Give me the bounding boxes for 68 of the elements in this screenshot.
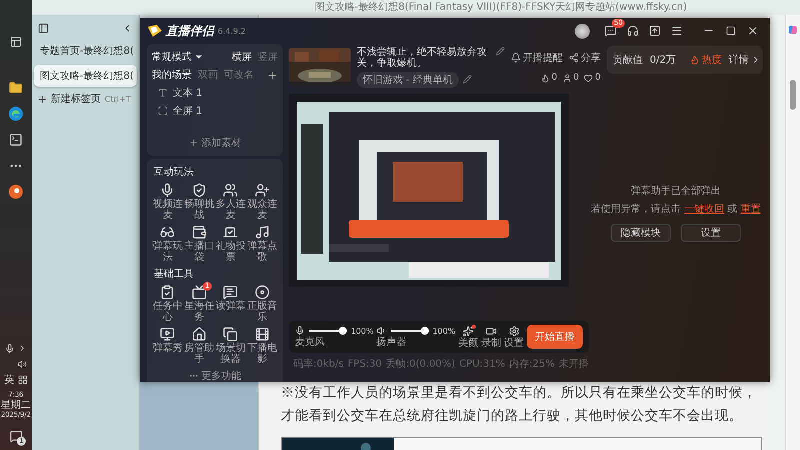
scene-tab[interactable]: 双画 (198, 68, 218, 82)
ime-indicator[interactable]: 英 (4, 374, 14, 386)
start-live-button[interactable]: 开始直播 (526, 325, 583, 349)
status-item: 未开播 (559, 358, 589, 371)
tool-button[interactable]: 礼物投票 (215, 225, 246, 263)
tool-button[interactable]: 房管助手 (184, 327, 215, 365)
scene-item[interactable]: 文本 1 (152, 86, 278, 100)
article-paragraph: ※没有工作人员的场景里是看不到公交车的。所以只有在乘坐公交车的时候，才能看到公交车在总统府往凯旋门的路上行驶，其他时候公交车不会出现。 (281, 384, 758, 426)
section-title: 基础工具 (153, 268, 195, 281)
browser-tab[interactable]: 图文攻略-最终幻想8( (34, 65, 137, 87)
tool-button[interactable]: 弹幕点歌 (246, 225, 278, 263)
notice-text: 弹幕助手已全部弹出 (631, 184, 721, 198)
tool-button[interactable]: 任务中心 (152, 285, 184, 323)
page-title: 图文攻略-最终幻想8(Final Fantasy VIII)(FF8)-FFSKY天幻网专题站(www.ffsky.cn) (315, 2, 688, 12)
clock-weekday: 星期二 (1, 400, 31, 412)
status-item: FPS:30 (348, 358, 382, 370)
new-tab-button[interactable]: 新建标签页 (37, 92, 101, 106)
add-material-button[interactable]: 添加素材 (188, 136, 242, 150)
shortcut-hint: Ctrl+T (105, 94, 131, 104)
details-link[interactable]: 详情 (729, 53, 762, 67)
status-item: 内存:25% (509, 358, 555, 371)
tool-button[interactable]: 畅聊挑战 (184, 183, 215, 221)
audio-label: 麦克风 (295, 337, 326, 348)
volume-reading: 100% (351, 326, 374, 336)
status-item: CPU:31% (459, 358, 506, 370)
share-button[interactable]: 分享 (569, 51, 601, 65)
mode-dropdown[interactable]: 常规模式 (152, 50, 204, 64)
heat-label: 热度 (702, 54, 722, 67)
notice-link[interactable]: 重置 (740, 204, 761, 215)
tool-button[interactable]: 多人连麦 (215, 183, 246, 221)
volume-reading: 100% (432, 326, 456, 336)
orientation-toggle[interactable]: 横屏 (232, 50, 252, 64)
notice-button[interactable]: 隐藏模块 (611, 224, 671, 242)
contribution-label: 贡献值 (613, 54, 643, 67)
tool-button[interactable]: 设置 (504, 326, 524, 348)
tool-button[interactable]: 弹幕玩法 (152, 225, 184, 263)
scene-tab[interactable]: 可改名 (224, 68, 254, 82)
app-name: 直播伴侣 (166, 22, 214, 40)
tool-button[interactable]: 读弹幕 (215, 285, 246, 323)
category-tag[interactable]: 怀旧游戏 - 经典单机 (357, 72, 459, 88)
tool-button[interactable]: 观众连麦 (246, 183, 278, 221)
stat-count: 0 (595, 73, 601, 83)
tool-button[interactable]: 美颜 (458, 326, 478, 348)
status-item: 码率:0kb/s (293, 358, 344, 371)
notice-button[interactable]: 设置 (681, 224, 741, 242)
browser-tab[interactable]: 专题首页-最终幻想8( (34, 40, 137, 62)
tool-button[interactable]: 视频连麦 (152, 183, 184, 221)
audio-label: 扬声器 (376, 337, 408, 348)
status-item: 丢帧:0(0.00%) (386, 358, 456, 371)
stat-count: 0 (552, 73, 558, 83)
more-button[interactable]: 更多功能 (188, 369, 242, 383)
scene-tab[interactable]: 我的场景 (152, 68, 192, 82)
stat-count: 0 (574, 73, 580, 83)
scene-item[interactable]: 全屏 1 (152, 104, 278, 118)
tool-button[interactable]: 主播口袋 (184, 225, 215, 263)
tool-button[interactable]: 正版音乐 (246, 285, 278, 323)
notice-text: 若使用异常，请点击 一键收回 或 重置 (591, 202, 761, 216)
tool-button[interactable]: 下播电影 (246, 327, 278, 365)
notice-link[interactable]: 一键收回 (684, 204, 724, 215)
section-title: 互动玩法 (153, 166, 195, 179)
tool-button[interactable]: 录制 (481, 326, 502, 348)
reminder-button[interactable]: 开播提醒 (511, 51, 563, 65)
contribution-value: 0/2万 (650, 54, 676, 67)
app-version: 6.4.9.2 (218, 26, 246, 36)
stream-title: 不浅尝辄止，绝不轻易放弃攻关，争取爆机。 (357, 46, 488, 68)
tool-button[interactable]: 弹幕秀 (152, 327, 184, 365)
tool-button[interactable]: 场景切换器 (215, 327, 246, 365)
orientation-toggle[interactable]: 竖屏 (258, 50, 278, 64)
